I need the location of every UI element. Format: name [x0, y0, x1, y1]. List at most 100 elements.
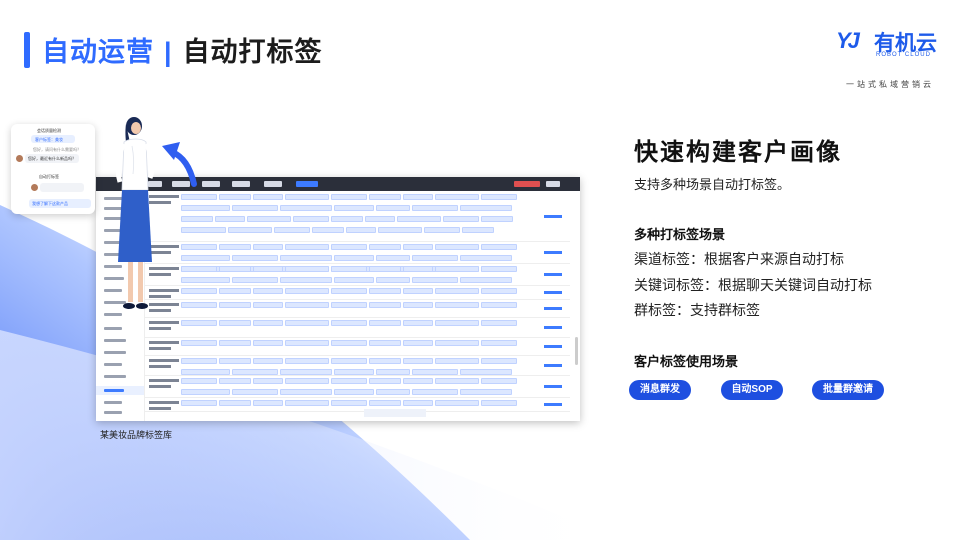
tag-chip	[253, 244, 283, 250]
tag-chip	[280, 255, 332, 261]
tag-chip	[334, 205, 374, 211]
logo-slogan: 一站式私域营销云	[846, 80, 934, 89]
tag-chip	[403, 320, 433, 326]
row-actions[interactable]	[544, 403, 562, 406]
tag-chip	[253, 400, 283, 406]
tag-chip	[481, 288, 517, 294]
tag-chip	[219, 288, 251, 294]
row-actions[interactable]	[544, 326, 562, 329]
tag-chip	[403, 358, 433, 364]
row-label	[149, 365, 171, 368]
mini-toolbar	[364, 409, 426, 417]
tag-chip	[435, 302, 479, 308]
table-row	[145, 355, 570, 376]
tag-chip	[369, 266, 401, 272]
tag-chip	[369, 378, 401, 384]
tag-chip	[331, 358, 367, 364]
row-label	[149, 379, 179, 382]
row-actions[interactable]	[544, 215, 562, 218]
scrollbar[interactable]	[575, 337, 578, 365]
tag-chip	[219, 194, 251, 200]
tag-chip	[285, 288, 329, 294]
title-accent-bar	[24, 32, 30, 68]
tag-chip	[232, 277, 278, 283]
pill-group-invite[interactable]: 批量群邀请	[812, 380, 884, 400]
chat-line: 客户标签：美妆	[35, 137, 63, 142]
tag-chip	[232, 389, 278, 395]
chat-line: 您好，最近有什么新品吗？	[28, 156, 76, 161]
chat-popup: 会话质量检测 客户标签：美妆 您好，请问有什么需要吗？ 您好，最近有什么新品吗？…	[11, 124, 95, 214]
chat-line: 自动打标签	[39, 174, 59, 179]
tag-chip	[219, 266, 251, 272]
section-title-usage: 客户标签使用场景	[634, 354, 739, 369]
tag-chip	[412, 277, 458, 283]
scene-line: 渠道标签：根据客户来源自动打标	[634, 251, 844, 267]
curved-arrow-icon	[162, 142, 197, 187]
tag-chip	[331, 216, 363, 222]
tag-chip	[253, 288, 283, 294]
tag-chip	[435, 400, 479, 406]
tag-chip	[285, 340, 329, 346]
tag-chip	[331, 288, 367, 294]
avatar	[16, 155, 23, 162]
tag-chip	[285, 358, 329, 364]
tag-chip	[228, 227, 272, 233]
row-actions[interactable]	[544, 385, 562, 388]
row-label	[149, 401, 179, 404]
tag-chip	[435, 320, 479, 326]
row-actions[interactable]	[544, 364, 562, 367]
screenshot-caption: 某美妆品牌标签库	[100, 430, 173, 440]
tag-chip	[435, 358, 479, 364]
row-actions[interactable]	[544, 273, 562, 276]
feature-heading: 快速构建客户画像	[634, 139, 842, 166]
tag-chip	[369, 194, 401, 200]
row-actions[interactable]	[544, 251, 562, 254]
tag-chip	[253, 302, 283, 308]
tag-chip	[331, 266, 367, 272]
tag-chip	[403, 288, 433, 294]
row-actions[interactable]	[544, 307, 562, 310]
tag-chip	[181, 266, 217, 272]
page-title-separator: |	[164, 37, 173, 67]
tag-chip	[285, 244, 329, 250]
chat-line: 您好，请问有什么需要吗？	[33, 147, 81, 152]
row-actions[interactable]	[544, 291, 562, 294]
pill-auto-sop[interactable]: 自动SOP	[721, 380, 783, 400]
tag-chip	[181, 378, 217, 384]
tag-chip	[481, 340, 517, 346]
tag-chip	[253, 266, 283, 272]
scene-line: 关键词标签：根据聊天关键词自动打标	[634, 277, 872, 293]
row-actions[interactable]	[544, 345, 562, 348]
tag-chip	[334, 277, 374, 283]
tag-chip	[253, 194, 283, 200]
tag-chip	[403, 400, 433, 406]
table-row	[145, 263, 570, 286]
tag-chip	[219, 358, 251, 364]
tag-chip	[334, 389, 374, 395]
row-label	[149, 347, 171, 350]
table-row	[145, 337, 570, 356]
page-title-main: 自动运营	[42, 37, 154, 67]
pill-broadcast[interactable]: 消息群发	[629, 380, 691, 400]
tag-chip	[253, 358, 283, 364]
tag-chip	[181, 320, 217, 326]
tag-chip	[285, 302, 329, 308]
tag-chip	[412, 255, 458, 261]
tag-chip	[181, 227, 226, 233]
tag-chip	[331, 244, 367, 250]
table-row	[145, 285, 570, 300]
tag-chip	[435, 194, 479, 200]
tag-chip	[181, 244, 217, 250]
tag-chip	[369, 302, 401, 308]
tag-chip	[412, 389, 458, 395]
tag-chip	[181, 194, 217, 200]
tag-chip	[181, 302, 217, 308]
logo-mark-icon: YJ	[836, 28, 860, 53]
tag-chip	[181, 389, 230, 395]
row-label	[149, 341, 179, 344]
logo-name-en: ROBOT CLOUD	[876, 52, 931, 58]
tag-chip	[331, 400, 367, 406]
tag-chip	[460, 389, 512, 395]
tag-chip	[481, 378, 517, 384]
tag-chip	[462, 227, 494, 233]
